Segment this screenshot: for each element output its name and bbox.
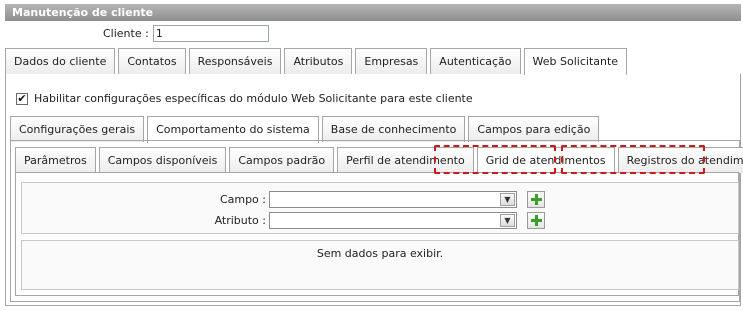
tab-campos-padrao[interactable]: Campos padrão xyxy=(229,147,335,173)
window-title-bar: Manutenção de cliente xyxy=(5,4,741,21)
chevron-down-icon[interactable]: ▼ xyxy=(500,213,515,227)
tab-web-solicitante[interactable]: Web Solicitante xyxy=(523,48,628,75)
enable-settings-checkbox[interactable]: ✔ xyxy=(16,92,28,105)
atributo-label: Atributo : xyxy=(214,213,266,227)
tab-parametros[interactable]: Parâmetros xyxy=(15,147,96,173)
client-field-row: Cliente : xyxy=(103,24,269,42)
tab-empresas[interactable]: Empresas xyxy=(355,48,428,74)
enable-settings-row: ✔ Habilitar configurações específicas do… xyxy=(16,92,473,105)
empty-message: Sem dados para exibir. xyxy=(316,247,444,260)
chevron-down-icon[interactable]: ▼ xyxy=(500,192,515,206)
tab-configuracoes-gerais[interactable]: Configurações gerais xyxy=(10,116,145,142)
campo-label: Campo : xyxy=(219,192,266,206)
window-title: Manutenção de cliente xyxy=(12,6,154,19)
highlight-grid-tab xyxy=(434,145,556,174)
plus-icon xyxy=(530,214,542,226)
tab-campos-disponiveis[interactable]: Campos disponíveis xyxy=(98,147,227,173)
tab-dados-do-cliente[interactable]: Dados do cliente xyxy=(5,48,116,74)
client-label: Cliente : xyxy=(103,26,149,40)
atributo-row: Atributo : ▼ xyxy=(206,211,545,229)
add-campo-button[interactable] xyxy=(527,190,545,208)
atributo-select[interactable]: ▼ xyxy=(269,211,517,229)
client-input[interactable] xyxy=(152,24,269,42)
tab-responsaveis[interactable]: Responsáveis xyxy=(188,48,282,74)
tab-contatos[interactable]: Contatos xyxy=(118,48,186,74)
campo-select[interactable]: ▼ xyxy=(269,190,517,208)
sub-tab-bar: Configurações gerais Comportamento do si… xyxy=(10,116,602,143)
tab-comportamento-do-sistema[interactable]: Comportamento do sistema xyxy=(147,116,319,143)
tab-base-de-conhecimento[interactable]: Base de conhecimento xyxy=(321,116,466,142)
tab-autenticacao[interactable]: Autenticação xyxy=(430,48,521,74)
highlight-registros-tab xyxy=(561,145,705,174)
campo-row: Campo : ▼ xyxy=(206,190,545,208)
tab-campos-para-edicao[interactable]: Campos para edição xyxy=(468,116,600,142)
enable-settings-label: Habilitar configurações específicas do m… xyxy=(34,92,473,105)
plus-icon xyxy=(530,193,542,205)
add-atributo-button[interactable] xyxy=(527,211,545,229)
main-tab-bar: Dados do cliente Contatos Responsáveis A… xyxy=(5,48,630,75)
empty-grid: Sem dados para exibir. xyxy=(21,240,739,290)
tab-atributos[interactable]: Atributos xyxy=(284,48,353,74)
